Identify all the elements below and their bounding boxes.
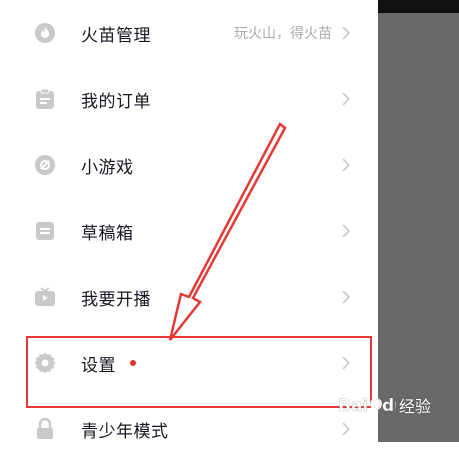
menu-item-drafts[interactable]: 草稿箱 [0, 198, 378, 264]
menu-item-orders[interactable]: 我的订单 [0, 66, 378, 132]
order-icon [33, 87, 57, 111]
chevron-right-icon [338, 157, 354, 173]
baidu-paw-logo: Bai du [338, 396, 396, 416]
chevron-right-icon [338, 91, 354, 107]
menu-item-label: 我要开播 [81, 289, 151, 310]
drafts-icon [33, 219, 57, 243]
menu-item-label: 小游戏 [81, 157, 134, 178]
chevron-right-icon [338, 223, 354, 239]
menu-item-huomiao[interactable]: 火苗管理 玩火山，得火苗 [0, 0, 378, 66]
menu-item-label: 草稿箱 [81, 223, 134, 244]
watermark-text: 经验 [399, 397, 432, 416]
annotation-highlight-box [26, 336, 372, 408]
menu-item-games[interactable]: 小游戏 [0, 132, 378, 198]
flame-icon [33, 21, 57, 45]
lock-icon [33, 417, 57, 441]
game-icon [33, 153, 57, 177]
menu-item-golive[interactable]: 我要开播 [0, 264, 378, 330]
chevron-right-icon [338, 25, 354, 41]
svg-text:du: du [382, 396, 396, 416]
menu-item-label: 火苗管理 [81, 25, 151, 46]
chevron-right-icon [338, 289, 354, 305]
menu-item-subtext: 玩火山，得火苗 [234, 26, 332, 42]
menu-item-label: 青少年模式 [81, 421, 169, 442]
status-bar-strip [378, 0, 459, 13]
dimmed-content-overlay[interactable] [378, 0, 459, 442]
baidu-watermark: Bai du 经验 [338, 393, 431, 417]
chevron-right-icon [338, 421, 354, 437]
svg-text:Bai: Bai [338, 396, 368, 416]
live-icon [33, 285, 57, 309]
menu-item-label: 我的订单 [81, 91, 151, 112]
